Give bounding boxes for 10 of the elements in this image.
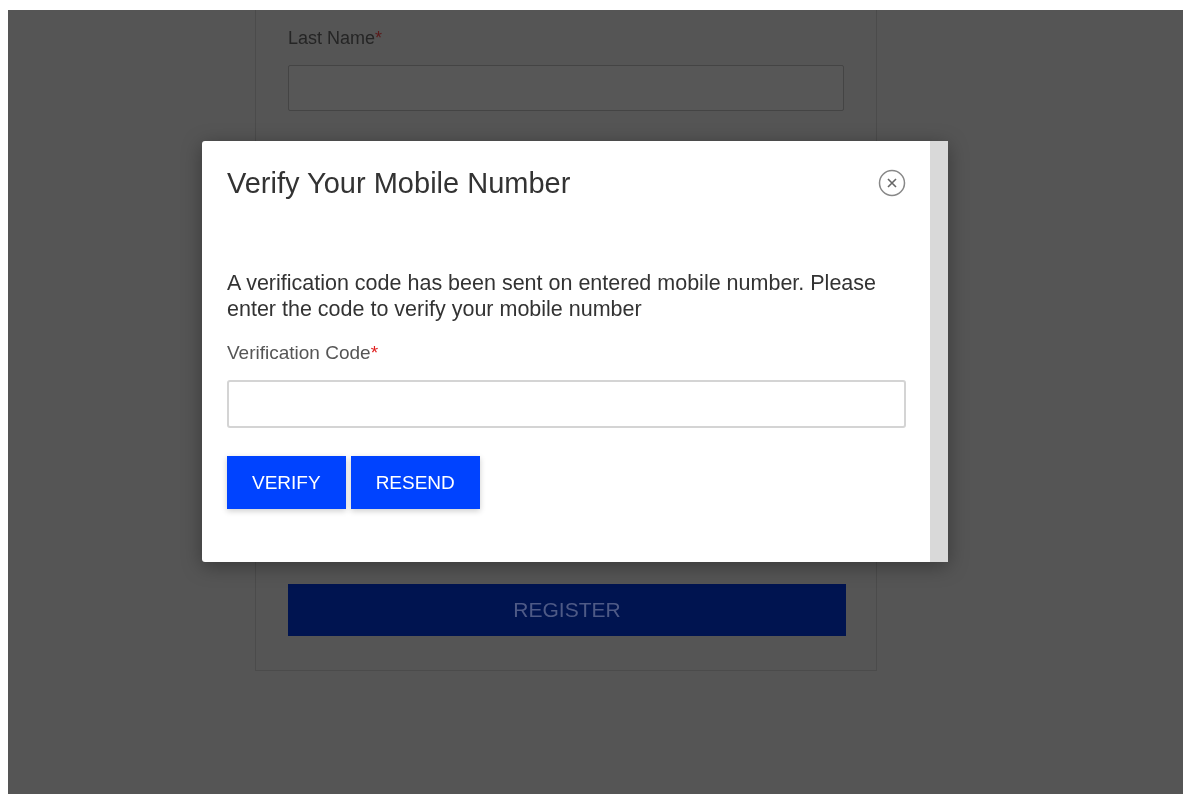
required-asterisk: * — [370, 342, 379, 363]
verification-code-field[interactable] — [227, 380, 906, 428]
verify-button[interactable]: VERIFY — [227, 456, 346, 509]
resend-button[interactable]: RESEND — [350, 456, 480, 509]
scrollbar[interactable] — [930, 141, 948, 562]
modal-title: Verify Your Mobile Number — [227, 167, 571, 200]
required-asterisk: * — [375, 28, 383, 48]
verification-message: A verification code has been sent on entered mobile number. Please enter the code to verify your mobile number — [227, 270, 877, 322]
field-label: Verification Code — [227, 342, 371, 363]
close-icon[interactable] — [878, 169, 906, 197]
